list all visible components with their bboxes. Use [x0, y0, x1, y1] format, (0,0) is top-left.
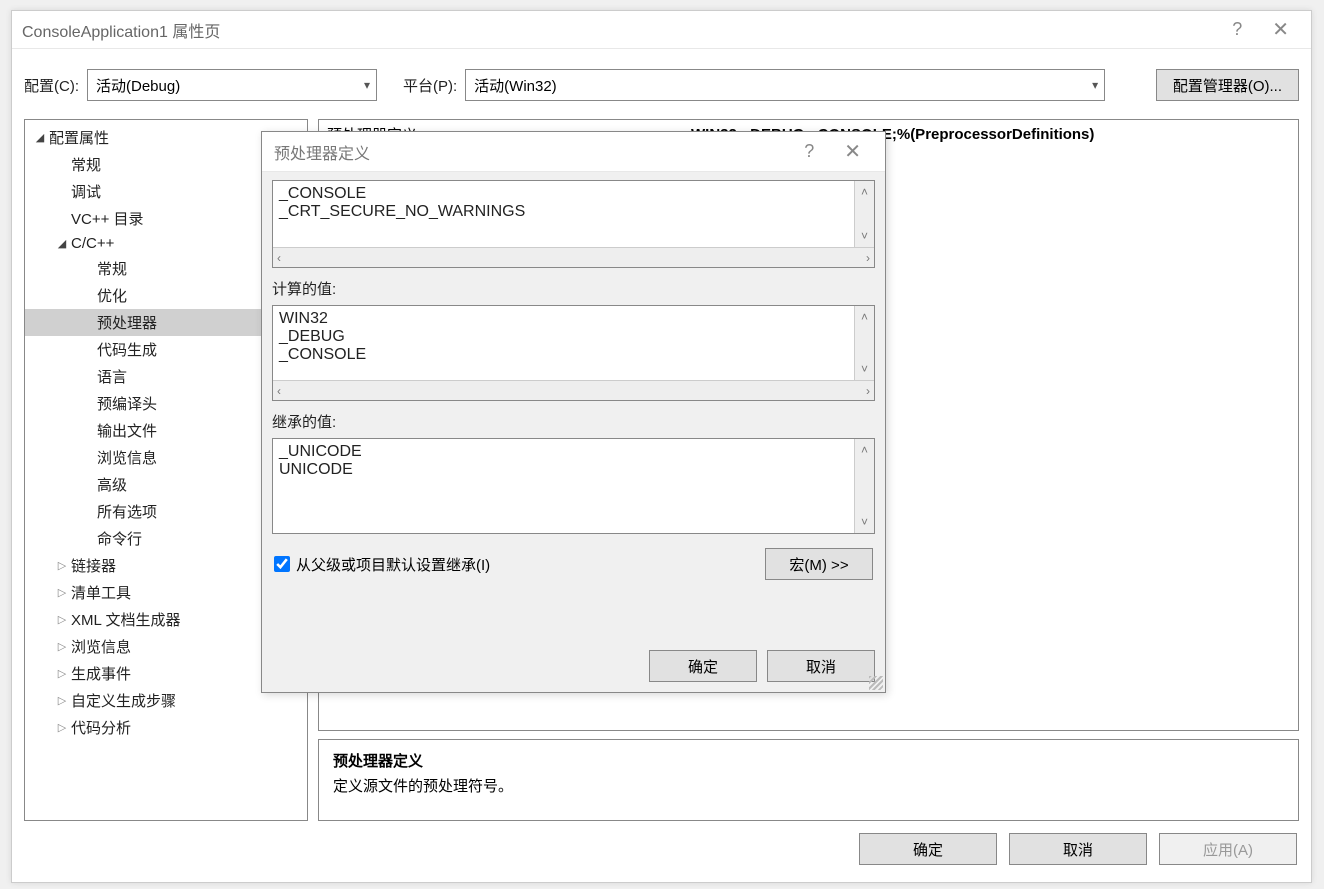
main-titlebar: ConsoleApplication1 属性页 ? ✕ [12, 11, 1311, 49]
help-icon[interactable]: ? [786, 141, 832, 162]
scroll-up-icon[interactable]: ˄ [861, 443, 868, 457]
tree-item-label: 命令行 [95, 528, 142, 549]
inherit-checkbox[interactable]: 从父级或项目默认设置继承(I) [274, 554, 490, 575]
horizontal-scrollbar[interactable]: ‹ › [273, 380, 874, 400]
macro-button[interactable]: 宏(M) >> [765, 548, 873, 580]
resize-grip-icon[interactable] [869, 676, 883, 690]
scroll-up-icon[interactable]: ˄ [861, 310, 868, 324]
horizontal-scrollbar[interactable]: ‹ › [273, 247, 874, 267]
tree-item-label: 所有选项 [95, 501, 157, 522]
description-text: 定义源文件的预处理符号。 [333, 775, 1284, 796]
scroll-left-icon[interactable]: ‹ [277, 384, 281, 398]
inherit-row: 从父级或项目默认设置继承(I) 宏(M) >> [272, 538, 875, 584]
edit-listbox-content[interactable]: _CONSOLE _CRT_SECURE_NO_WARNINGS [273, 181, 854, 247]
dialog-footer: 确定 取消 [262, 640, 885, 692]
triangle-down-icon[interactable] [33, 131, 47, 144]
preprocessor-definitions-dialog: 预处理器定义 ? ✕ _CONSOLE _CRT_SECURE_NO_WARNI… [261, 131, 886, 693]
chevron-down-icon: ▾ [1092, 78, 1098, 92]
computed-listbox: WIN32 _DEBUG _CONSOLE ˄ ˅ ‹ › [272, 305, 875, 401]
inherit-checkbox-input[interactable] [274, 556, 290, 572]
tree-item-label: XML 文档生成器 [69, 609, 180, 630]
dialog-title: 预处理器定义 [274, 140, 786, 164]
config-dropdown[interactable]: 活动(Debug) ▾ [87, 69, 377, 101]
triangle-right-icon[interactable] [55, 694, 69, 707]
description-title: 预处理器定义 [333, 750, 1284, 771]
inherited-label: 继承的值: [272, 405, 875, 434]
platform-label: 平台(P): [403, 75, 457, 96]
scroll-right-icon[interactable]: › [866, 384, 870, 398]
platform-dropdown[interactable]: 活动(Win32) ▾ [465, 69, 1105, 101]
triangle-right-icon[interactable] [55, 721, 69, 734]
cancel-button[interactable]: 取消 [1009, 833, 1147, 865]
platform-dropdown-value: 活动(Win32) [474, 75, 557, 96]
ok-button[interactable]: 确定 [859, 833, 997, 865]
scroll-left-icon[interactable]: ‹ [277, 251, 281, 265]
inherited-listbox-content: _UNICODE UNICODE [273, 439, 854, 533]
tree-item-label: 浏览信息 [69, 636, 131, 657]
tree-item[interactable]: 代码分析 [25, 714, 307, 741]
tree-item-label: 输出文件 [95, 420, 157, 441]
vertical-scrollbar[interactable]: ˄ ˅ [854, 181, 874, 247]
tree-item-label: 高级 [95, 474, 127, 495]
config-row: 配置(C): 活动(Debug) ▾ 平台(P): 活动(Win32) ▾ 配置… [12, 49, 1311, 115]
config-manager-button[interactable]: 配置管理器(O)... [1156, 69, 1299, 101]
config-label: 配置(C): [24, 75, 79, 96]
scroll-down-icon[interactable]: ˅ [861, 515, 868, 529]
tree-item-label: C/C++ [69, 235, 114, 252]
dialog-ok-button[interactable]: 确定 [649, 650, 757, 682]
tree-item-label: 优化 [95, 285, 127, 306]
config-dropdown-value: 活动(Debug) [96, 75, 180, 96]
tree-item-label: VC++ 目录 [69, 208, 144, 229]
close-icon[interactable]: ✕ [832, 139, 873, 164]
tree-item-label: 语言 [95, 366, 127, 387]
description-box: 预处理器定义 定义源文件的预处理符号。 [318, 739, 1299, 821]
chevron-down-icon: ▾ [364, 78, 370, 92]
tree-item-label: 预处理器 [95, 312, 157, 333]
main-footer: 确定 取消 应用(A) [12, 821, 1311, 877]
triangle-right-icon[interactable] [55, 586, 69, 599]
triangle-right-icon[interactable] [55, 613, 69, 626]
help-icon[interactable]: ? [1214, 19, 1260, 40]
tree-item-label: 生成事件 [69, 663, 131, 684]
triangle-down-icon[interactable] [55, 237, 69, 250]
tree-item-label: 配置属性 [47, 127, 109, 148]
close-icon[interactable]: ✕ [1260, 17, 1301, 42]
scroll-right-icon[interactable]: › [866, 251, 870, 265]
tree-item-label: 代码分析 [69, 717, 131, 738]
scroll-down-icon[interactable]: ˅ [861, 362, 868, 376]
triangle-right-icon[interactable] [55, 559, 69, 572]
inherited-listbox: _UNICODE UNICODE ˄ ˅ [272, 438, 875, 534]
tree-item-label: 代码生成 [95, 339, 157, 360]
triangle-right-icon[interactable] [55, 667, 69, 680]
tree-item-label: 预编译头 [95, 393, 157, 414]
vertical-scrollbar[interactable]: ˄ ˅ [854, 306, 874, 380]
edit-listbox[interactable]: _CONSOLE _CRT_SECURE_NO_WARNINGS ˄ ˅ ‹ › [272, 180, 875, 268]
computed-listbox-content: WIN32 _DEBUG _CONSOLE [273, 306, 854, 380]
dialog-titlebar: 预处理器定义 ? ✕ [262, 132, 885, 172]
tree-item-label: 常规 [95, 258, 127, 279]
tree-item-label: 浏览信息 [95, 447, 157, 468]
tree-item-label: 调试 [69, 181, 101, 202]
dialog-cancel-button[interactable]: 取消 [767, 650, 875, 682]
inherit-checkbox-label: 从父级或项目默认设置继承(I) [296, 554, 490, 575]
dialog-body: _CONSOLE _CRT_SECURE_NO_WARNINGS ˄ ˅ ‹ ›… [262, 172, 885, 640]
tree-item-label: 自定义生成步骤 [69, 690, 176, 711]
triangle-right-icon[interactable] [55, 640, 69, 653]
tree-item-label: 链接器 [69, 555, 116, 576]
apply-button[interactable]: 应用(A) [1159, 833, 1297, 865]
main-window-title: ConsoleApplication1 属性页 [22, 18, 1214, 42]
computed-label: 计算的值: [272, 272, 875, 301]
scroll-down-icon[interactable]: ˅ [861, 229, 868, 243]
tree-item-label: 常规 [69, 154, 101, 175]
scroll-up-icon[interactable]: ˄ [861, 185, 868, 199]
tree-item-label: 清单工具 [69, 582, 131, 603]
vertical-scrollbar[interactable]: ˄ ˅ [854, 439, 874, 533]
